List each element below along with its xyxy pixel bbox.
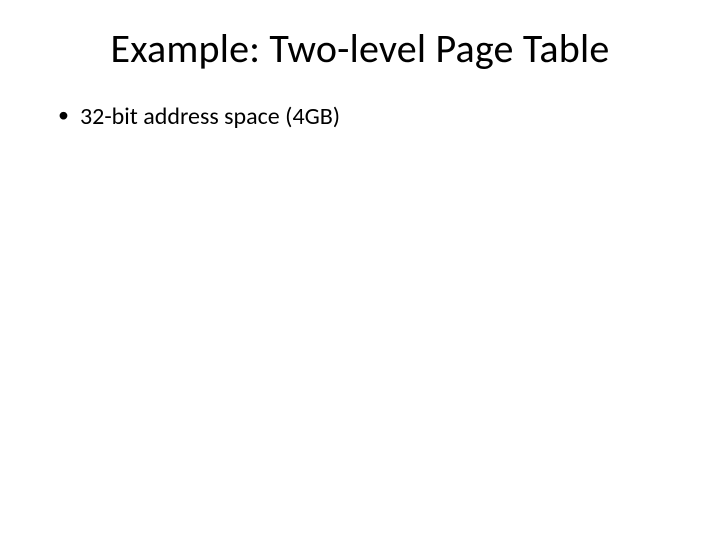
bullet-item: 32-bit address space (4GB) [58,101,670,132]
slide-title: Example: Two-level Page Table [50,24,670,73]
slide-container: Example: Two-level Page Table 32-bit add… [0,0,720,540]
bullet-list: 32-bit address space (4GB) [50,101,670,132]
